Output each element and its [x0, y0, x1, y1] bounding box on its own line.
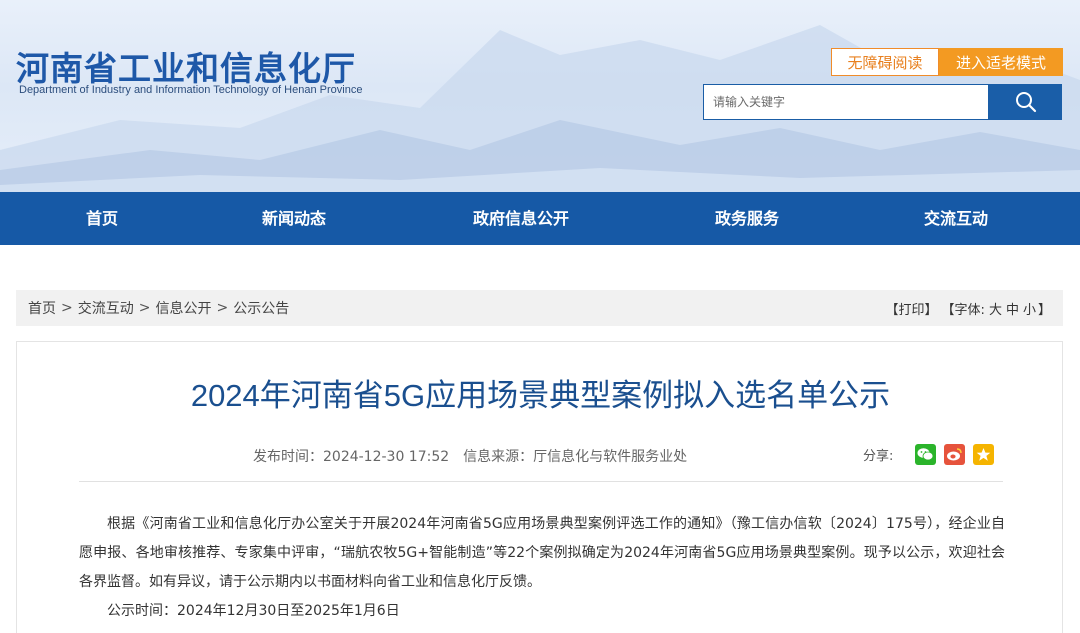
- font-medium-link[interactable]: 中: [1006, 299, 1019, 318]
- elder-mode-button[interactable]: 进入适老模式: [939, 48, 1063, 76]
- mode-buttons: 无障碍阅读 进入适老模式: [831, 48, 1063, 76]
- breadcrumb-separator: >: [61, 300, 73, 316]
- breadcrumb-announcements[interactable]: 公示公告: [233, 298, 289, 318]
- font-size-close: 】: [1037, 302, 1051, 318]
- breadcrumb-separator: >: [216, 300, 229, 316]
- breadcrumb-info-public[interactable]: 信息公开: [155, 298, 211, 318]
- breadcrumb-home[interactable]: 首页: [28, 298, 56, 318]
- main-nav: 首页 新闻动态 政府信息公开 政务服务 交流互动: [0, 192, 1080, 245]
- breadcrumb-separator: >: [138, 300, 151, 316]
- nav-item-interaction[interactable]: 交流互动: [924, 192, 988, 245]
- search-button[interactable]: [989, 84, 1062, 120]
- article-title: 2024年河南省5G应用场景典型案例拟入选名单公示: [190, 378, 891, 413]
- nav-item-gov-info[interactable]: 政府信息公开: [473, 192, 569, 245]
- article-body: 根据《河南省工业和信息化厅办公室关于开展2024年河南省5G应用场景典型案例评选…: [79, 510, 1005, 626]
- site-subtitle: Department of Industry and Information T…: [19, 84, 363, 96]
- article-meta: 发布时间：2024-12-30 17:52 信息来源：厅信息化与软件服务业处: [253, 446, 687, 466]
- font-large-link[interactable]: 大: [989, 299, 1002, 318]
- accessible-reading-button[interactable]: 无障碍阅读: [831, 48, 939, 76]
- font-size-label: 【字体:: [941, 302, 985, 318]
- star-icon[interactable]: [973, 444, 995, 465]
- site-title: 河南省工业和信息化厅: [16, 49, 356, 88]
- breadcrumb: 首页 > 交流互动 > 信息公开 > 公示公告: [28, 298, 289, 318]
- nav-item-home[interactable]: 首页: [86, 192, 118, 245]
- meta-divider: [79, 481, 1003, 482]
- publish-time: 发布时间：2024-12-30 17:52: [253, 449, 450, 465]
- weibo-icon[interactable]: [944, 444, 966, 465]
- search-icon: [1015, 92, 1036, 113]
- article-paragraph: 根据《河南省工业和信息化厅办公室关于开展2024年河南省5G应用场景典型案例评选…: [79, 516, 1005, 590]
- share-label: 分享:: [863, 449, 894, 464]
- header-banner: 河南省工业和信息化厅 Department of Industry and In…: [0, 0, 1080, 192]
- info-source: 信息来源：厅信息化与软件服务业处: [463, 449, 688, 465]
- breadcrumb-bar: 首页 > 交流互动 > 信息公开 > 公示公告 【打印】 【字体: 大 中 小 …: [16, 290, 1063, 326]
- search-input[interactable]: [703, 84, 989, 120]
- font-small-link[interactable]: 小: [1023, 299, 1036, 318]
- article-paragraph: 公示时间：2024年12月30日至2025年1月6日: [107, 603, 400, 619]
- share-bar: 分享:: [863, 444, 995, 465]
- nav-item-news[interactable]: 新闻动态: [262, 192, 326, 245]
- breadcrumb-interaction[interactable]: 交流互动: [78, 298, 134, 318]
- print-link[interactable]: 【打印】: [886, 299, 938, 318]
- page-tools: 【打印】 【字体: 大 中 小 】: [882, 299, 1051, 318]
- wechat-icon[interactable]: [915, 444, 937, 465]
- nav-item-services[interactable]: 政务服务: [715, 192, 779, 245]
- article-panel: 2024年河南省5G应用场景典型案例拟入选名单公示 发布时间：2024-12-3…: [16, 341, 1063, 633]
